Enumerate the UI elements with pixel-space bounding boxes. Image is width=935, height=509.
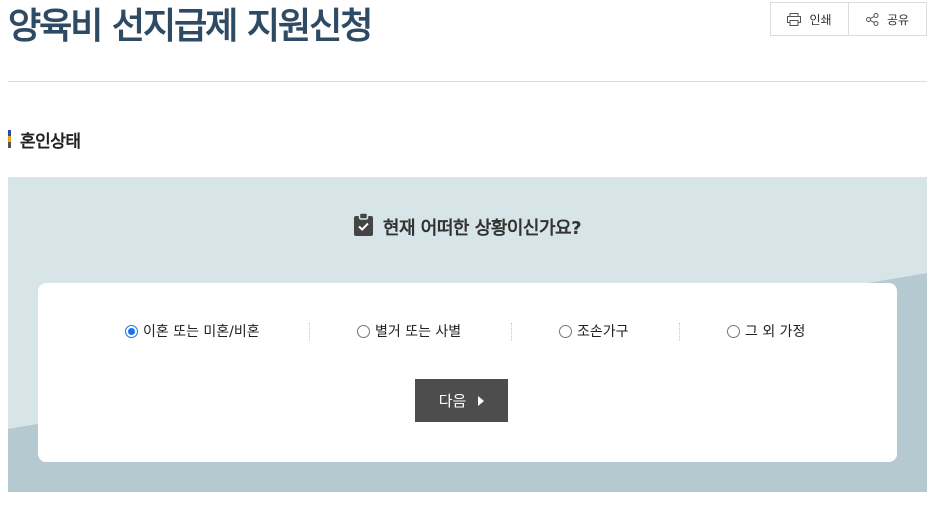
radio-separation-bereavement[interactable] bbox=[357, 324, 370, 338]
share-label: 공유 bbox=[886, 12, 910, 27]
option-other-household[interactable]: 그 외 가정 bbox=[727, 319, 805, 343]
title-divider bbox=[8, 81, 927, 82]
printer-icon bbox=[787, 12, 802, 26]
section-title: 혼인상태 bbox=[20, 131, 81, 152]
option-label: 그 외 가정 bbox=[745, 324, 806, 340]
option-label: 이혼 또는 미혼/비혼 bbox=[143, 324, 260, 340]
next-button-label: 다음 bbox=[438, 392, 467, 410]
option-separation-bereavement[interactable]: 별거 또는 사별 bbox=[357, 319, 461, 343]
share-icon bbox=[865, 12, 879, 26]
option-grandparent-household[interactable]: 조손가구 bbox=[559, 319, 629, 343]
page-tools: 인쇄 공유 bbox=[770, 2, 927, 36]
section-heading: 혼인상태 bbox=[8, 128, 81, 152]
option-separator bbox=[309, 323, 310, 341]
option-label: 조손가구 bbox=[577, 324, 629, 340]
option-label: 별거 또는 사별 bbox=[375, 324, 462, 340]
print-button[interactable]: 인쇄 bbox=[771, 3, 848, 35]
question-panel: 현재 어떠한 상황이신가요? 이혼 또는 미혼/비혼 별거 또는 사별 조손가구… bbox=[8, 177, 927, 492]
radio-grandparent-household[interactable] bbox=[559, 324, 572, 338]
caret-right-icon bbox=[478, 395, 485, 406]
options-card: 이혼 또는 미혼/비혼 별거 또는 사별 조손가구 그 외 가정 다음 bbox=[38, 283, 897, 462]
page-title: 양육비 선지급제 지원신청 bbox=[8, 6, 373, 47]
option-separator bbox=[679, 323, 680, 341]
clipboard-check-icon bbox=[353, 212, 373, 240]
share-button[interactable]: 공유 bbox=[848, 3, 926, 35]
next-button[interactable]: 다음 bbox=[415, 379, 508, 422]
radio-divorce-unmarried[interactable] bbox=[125, 324, 138, 338]
question-heading: 현재 어떠한 상황이신가요? bbox=[8, 212, 927, 240]
section-marker-icon bbox=[8, 130, 11, 148]
question-text: 현재 어떠한 상황이신가요? bbox=[382, 217, 582, 239]
radio-other-household[interactable] bbox=[727, 324, 740, 338]
option-divorce-unmarried[interactable]: 이혼 또는 미혼/비혼 bbox=[125, 319, 260, 343]
option-separator bbox=[511, 323, 512, 341]
print-label: 인쇄 bbox=[809, 12, 832, 27]
